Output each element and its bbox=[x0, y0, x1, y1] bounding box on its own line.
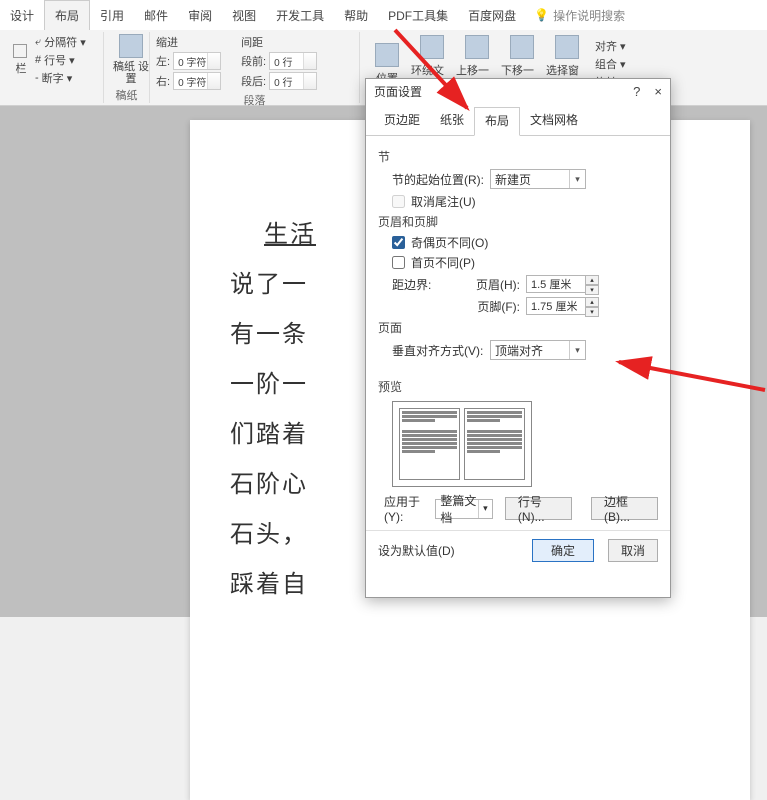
dialog-tabs: 页边距 纸张 布局 文档网格 bbox=[366, 103, 670, 136]
manuscript-icon bbox=[119, 34, 143, 58]
dialog-tab-paper[interactable]: 纸张 bbox=[430, 107, 474, 135]
spacing-after-input[interactable]: 0 行 bbox=[269, 72, 317, 90]
columns-icon bbox=[13, 44, 27, 58]
chevron-down-icon: ▾ bbox=[569, 341, 585, 359]
tab-layout[interactable]: 布局 bbox=[44, 0, 90, 30]
tab-pdf[interactable]: PDF工具集 bbox=[378, 1, 458, 30]
spacing-after-label: 段后: bbox=[241, 73, 266, 89]
diff-first-page-checkbox[interactable]: 首页不同(P) bbox=[392, 254, 658, 271]
dialog-tab-grid[interactable]: 文档网格 bbox=[520, 107, 588, 135]
chevron-down-icon: ▾ bbox=[569, 170, 585, 188]
section-heading: 节 bbox=[378, 148, 658, 165]
header-distance-input[interactable]: 1.5 厘米▴▾ bbox=[526, 275, 586, 293]
forward-icon bbox=[465, 35, 489, 59]
apply-to-combo[interactable]: 整篇文档▾ bbox=[435, 499, 493, 519]
tab-baidu[interactable]: 百度网盘 bbox=[458, 1, 526, 30]
breaks-button[interactable]: ⤶分隔符 ▾ bbox=[35, 34, 86, 50]
close-icon[interactable]: × bbox=[654, 84, 662, 99]
indent-right-label: 右: bbox=[156, 73, 170, 89]
tab-view[interactable]: 视图 bbox=[222, 1, 266, 30]
header-footer-heading: 页眉和页脚 bbox=[378, 213, 658, 230]
set-default-button[interactable]: 设为默认值(D) bbox=[378, 539, 455, 562]
borders-dialog-button[interactable]: 边框(B)... bbox=[591, 497, 658, 520]
hyphenation-button[interactable]: -断字 ▾ bbox=[35, 70, 86, 86]
tab-help[interactable]: 帮助 bbox=[334, 1, 378, 30]
spacing-before-input[interactable]: 0 行 bbox=[269, 52, 317, 70]
line-numbers-dialog-button[interactable]: 行号(N)... bbox=[505, 497, 573, 520]
valign-label: 垂直对齐方式(V): bbox=[392, 342, 484, 359]
page-setup-group-label bbox=[10, 99, 97, 101]
doc-line: 们踏着 bbox=[230, 421, 308, 448]
doc-line: 一阶一 bbox=[230, 371, 308, 398]
page-setup-dialog: 页面设置 ? × 页边距 纸张 布局 文档网格 节 节的起始位置(R): 新建页… bbox=[365, 78, 671, 598]
page-heading: 页面 bbox=[378, 319, 658, 336]
lightbulb-icon: 💡 bbox=[534, 8, 549, 22]
doc-line: 石头， bbox=[230, 521, 308, 548]
tab-references[interactable]: 引用 bbox=[90, 1, 134, 30]
columns-button[interactable]: 栏 bbox=[16, 60, 27, 76]
spacing-title: 间距 bbox=[241, 34, 317, 50]
suppress-endnotes-checkbox[interactable]: 取消尾注(U) bbox=[392, 193, 658, 210]
diff-odd-even-checkbox[interactable]: 奇偶页不同(O) bbox=[392, 234, 658, 251]
footer-distance-input[interactable]: 1.75 厘米▴▾ bbox=[526, 297, 586, 315]
indent-right-input[interactable]: 0 字符 bbox=[173, 72, 221, 90]
preview-thumbnail bbox=[392, 401, 532, 487]
section-start-label: 节的起始位置(R): bbox=[392, 171, 484, 188]
indent-title: 缩进 bbox=[156, 34, 221, 50]
position-icon bbox=[375, 43, 399, 67]
group-button[interactable]: 组合 ▾ bbox=[595, 56, 626, 72]
header-distance-label: 页眉(H): bbox=[462, 276, 520, 293]
line-numbers-button[interactable]: #行号 ▾ bbox=[35, 52, 86, 68]
chevron-down-icon: ▾ bbox=[478, 500, 492, 518]
doc-line: 有一条 bbox=[230, 321, 308, 348]
dialog-tab-layout[interactable]: 布局 bbox=[474, 107, 520, 136]
tab-developer[interactable]: 开发工具 bbox=[266, 1, 334, 30]
preview-heading: 预览 bbox=[378, 378, 658, 395]
doc-line: 说了一 bbox=[230, 271, 308, 298]
wrap-icon bbox=[420, 35, 444, 59]
doc-line: 踩着自 bbox=[230, 571, 308, 598]
selection-icon bbox=[555, 35, 579, 59]
from-edge-label: 距边界: bbox=[392, 276, 456, 293]
tab-review[interactable]: 审阅 bbox=[178, 1, 222, 30]
dialog-tab-margins[interactable]: 页边距 bbox=[374, 107, 430, 135]
spacing-before-label: 段前: bbox=[241, 53, 266, 69]
cancel-button[interactable]: 取消 bbox=[608, 539, 658, 562]
paper-group-label: 稿纸 bbox=[110, 85, 143, 103]
align-button[interactable]: 对齐 ▾ bbox=[595, 38, 626, 54]
valign-combo[interactable]: 顶端对齐▾ bbox=[490, 340, 586, 360]
ribbon-tabs: 设计 布局 引用 邮件 审阅 视图 开发工具 帮助 PDF工具集 百度网盘 💡 … bbox=[0, 0, 767, 30]
dialog-title: 页面设置 bbox=[374, 83, 422, 100]
tab-design[interactable]: 设计 bbox=[0, 1, 44, 30]
manuscript-paper-button[interactable]: 稿纸 设置 bbox=[110, 34, 152, 85]
help-icon[interactable]: ? bbox=[633, 84, 640, 99]
indent-left-input[interactable]: 0 字符 bbox=[173, 52, 221, 70]
tab-mailings[interactable]: 邮件 bbox=[134, 1, 178, 30]
backward-icon bbox=[510, 35, 534, 59]
doc-line: 石阶心 bbox=[230, 471, 308, 498]
apply-to-label: 应用于(Y): bbox=[384, 493, 429, 524]
doc-line: 生活 bbox=[264, 221, 316, 248]
ok-button[interactable]: 确定 bbox=[532, 539, 594, 562]
section-start-combo[interactable]: 新建页▾ bbox=[490, 169, 586, 189]
dialog-titlebar[interactable]: 页面设置 ? × bbox=[366, 79, 670, 103]
footer-distance-label: 页脚(F): bbox=[462, 298, 520, 315]
indent-left-label: 左: bbox=[156, 53, 170, 69]
tell-me-search[interactable]: 操作说明搜索 bbox=[553, 7, 625, 24]
